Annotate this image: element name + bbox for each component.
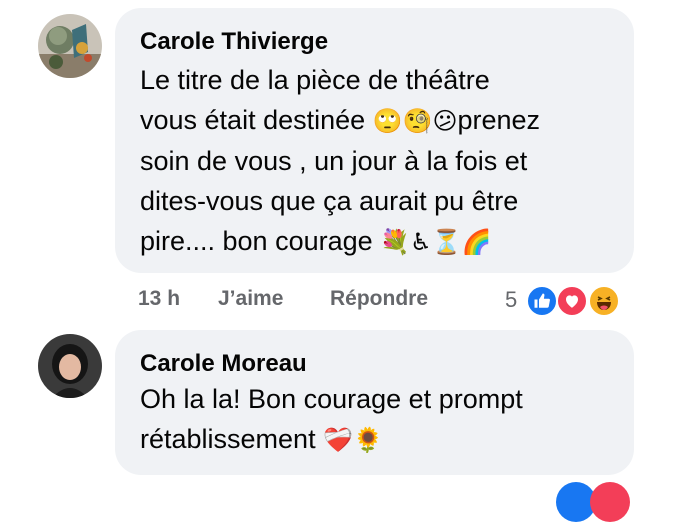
parrot-avatar-image <box>38 14 102 78</box>
comment-line: Le titre de la pièce de théâtre <box>140 65 490 95</box>
eye-roll-emoji-icon: 🙄 <box>372 107 403 135</box>
like-button[interactable]: J’aime <box>218 287 283 311</box>
comment-bubble: Carole Moreau Oh la la! Bon courage et p… <box>115 330 634 475</box>
wheelchair-emoji-icon: ♿ <box>410 228 432 256</box>
comment-line-text: prenez <box>457 105 541 135</box>
comment-line-text: rétablissement <box>140 424 316 454</box>
comment-line-text: pire.... bon courage <box>140 226 373 256</box>
hourglass-emoji-icon: ⏳ <box>431 228 462 256</box>
reaction-count[interactable]: 5 <box>505 287 517 313</box>
mending-heart-emoji-icon: ❤️‍🩹 <box>323 426 353 454</box>
comment-author[interactable]: Carole Moreau <box>140 350 307 378</box>
comment-line: pire.... bon courage 💐♿⏳🌈 <box>140 221 540 262</box>
comment-line: Oh la la! Bon courage et prompt <box>140 384 523 414</box>
comment-line: rétablissement ❤️‍🩹🌻 <box>140 419 523 460</box>
comment-line: vous était destinée 🙄🧐😕prenez <box>140 100 540 141</box>
comment-item: Carole Moreau Oh la la! Bon courage et p… <box>0 330 674 480</box>
monocle-face-emoji-icon: 🧐 <box>402 107 433 135</box>
avatar[interactable] <box>38 14 102 78</box>
comment-line: dites-vous que ça aurait pu être <box>140 186 519 216</box>
like-icon[interactable] <box>526 285 558 317</box>
comment-actions: 13 h J’aime Répondre 5 <box>0 285 674 317</box>
love-icon[interactable] <box>556 285 588 317</box>
comment-bubble: Carole Thivierge Le titre de la pièce de… <box>115 8 634 273</box>
comment-timestamp[interactable]: 13 h <box>138 287 180 311</box>
comment-item: Carole Thivierge Le titre de la pièce de… <box>0 0 674 330</box>
comment-author[interactable]: Carole Thivierge <box>140 28 328 56</box>
comment-line-text: vous était destinée <box>140 105 366 135</box>
reply-button[interactable]: Répondre <box>330 287 428 311</box>
love-icon[interactable] <box>590 482 630 522</box>
rainbow-emoji-icon: 🌈 <box>461 228 492 256</box>
bouquet-emoji-icon: 💐 <box>380 228 411 256</box>
comment-text: Le titre de la pièce de théâtre vous éta… <box>140 60 540 262</box>
avatar[interactable] <box>38 334 102 398</box>
confused-face-emoji-icon: 😕 <box>432 107 458 135</box>
portrait-avatar-image <box>38 334 102 398</box>
comment-line: soin de vous , un jour à la fois et <box>140 146 528 176</box>
haha-icon[interactable] <box>588 285 620 317</box>
comment-text: Oh la la! Bon courage et prompt rétablis… <box>140 379 523 460</box>
sunflower-emoji-icon: 🌻 <box>353 426 383 454</box>
